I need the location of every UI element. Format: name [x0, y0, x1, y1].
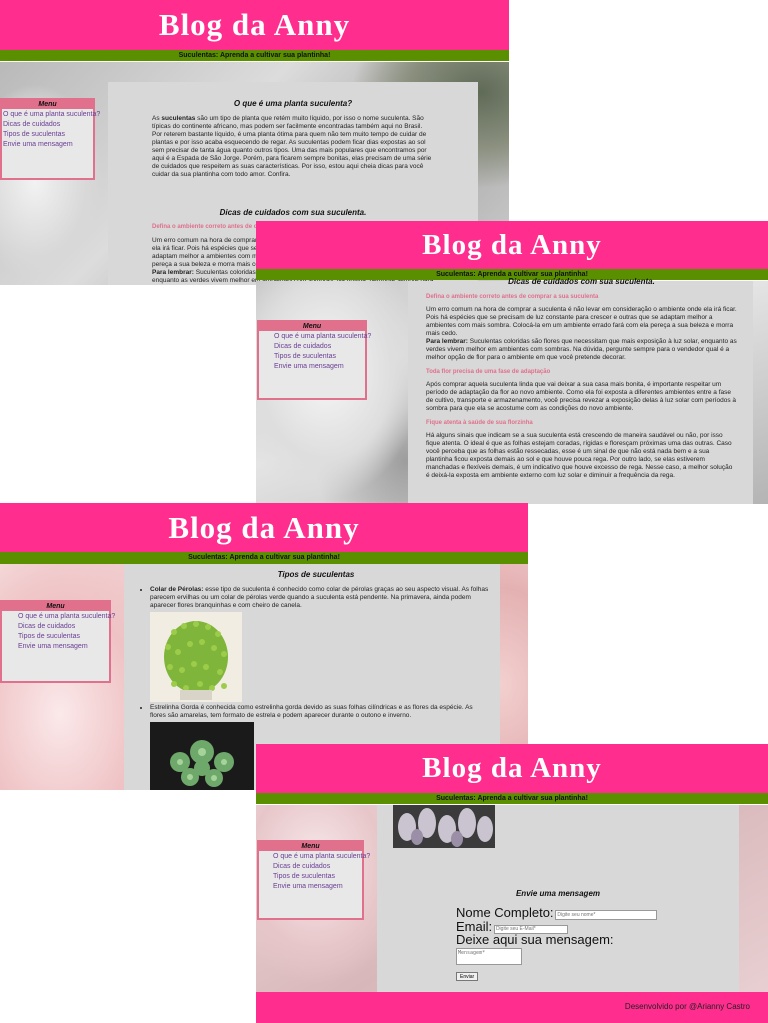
site-title: Blog da Anny [158, 7, 351, 42]
menu-item-contact[interactable]: Envie uma mensagem [274, 362, 365, 372]
tip-text-environment: Um erro comum na hora de comprar a sucul… [426, 306, 737, 337]
type-item-colar-de-perolas: Colar de Pérolas: esse tipo de suculenta… [150, 586, 490, 702]
site-header: Blog da Anny [0, 0, 509, 50]
menu-item-what-is[interactable]: O que é uma planta suculenta? [274, 332, 371, 342]
contact-form: Nome Completo: Email: Deixe aqui sua men… [456, 906, 716, 981]
menu-item-types[interactable]: Tipos de suculentas [273, 872, 362, 882]
footer-credit: Desenvolvido por @Arianny Castro [624, 1002, 750, 1011]
tagline-bar: Suculentas: Aprenda a cultivar sua plant… [0, 552, 528, 564]
section-heading-what-is: O que é uma planta suculenta? [233, 99, 353, 108]
site-footer: Desenvolvido por @Arianny Castro [256, 992, 768, 1023]
side-menu: Menu O que é uma planta suculenta? Dicas… [257, 320, 371, 400]
menu-item-care-tips[interactable]: Dicas de cuidados [274, 342, 365, 352]
tagline: Suculentas: Aprenda a cultivar sua plant… [436, 795, 588, 802]
message-label: Deixe aqui sua mensagem: [456, 932, 614, 947]
menu-item-what-is[interactable]: O que é uma planta suculenta? [18, 612, 115, 622]
colar-de-perolas-photo [150, 612, 242, 702]
section-heading-care: Dicas de cuidados com sua suculenta. [508, 277, 655, 286]
menu-title: Menu [2, 100, 93, 109]
menu-item-types[interactable]: Tipos de suculentas [274, 352, 365, 362]
section-heading-types: Tipos de suculentas [277, 570, 355, 579]
message-textarea[interactable] [456, 948, 522, 965]
menu-item-types[interactable]: Tipos de suculentas [18, 632, 109, 642]
section-heading-contact: Envie uma mensagem [515, 889, 601, 898]
tagline: Suculentas: Aprenda a cultivar sua plant… [188, 554, 340, 561]
site-header: Blog da Anny [256, 221, 768, 269]
site-header: Blog da Anny [0, 503, 528, 552]
site-header: Blog da Anny [256, 744, 768, 793]
menu-item-contact[interactable]: Envie uma mensagem [273, 882, 362, 892]
section-heading-care: Dicas de cuidados com sua suculenta. [219, 208, 367, 217]
site-title: Blog da Anny [168, 510, 360, 545]
tagline-bar: Suculentas: Aprenda a cultivar sua plant… [0, 50, 509, 61]
site-title: Blog da Anny [422, 229, 602, 261]
menu-item-care-tips[interactable]: Dicas de cuidados [18, 622, 109, 632]
succulent-photo [393, 805, 495, 848]
menu-item-care-tips[interactable]: Dicas de cuidados [273, 862, 362, 872]
menu-item-contact[interactable]: Envie uma mensagem [3, 140, 93, 150]
screenshot-contact: Blog da Anny Suculentas: Aprenda a culti… [256, 744, 768, 992]
side-menu: Menu O que é uma planta suculenta? Dicas… [257, 840, 370, 920]
menu-title: Menu [259, 842, 362, 851]
tip-text-health: Há alguns sinais que indicam se a sua su… [426, 432, 733, 479]
tip-title-environment: Defina o ambiente correto antes de compr… [426, 294, 599, 300]
intro-paragraph: As suculentas são um tipo de planta que … [152, 115, 432, 178]
name-label: Nome Completo: [456, 905, 554, 920]
estrelinha-gorda-photo [150, 722, 254, 790]
tip-note: Para lembrar: Suculentas coloridas são f… [426, 338, 737, 361]
menu-title: Menu [259, 322, 365, 331]
main-content: Envie uma mensagem Nome Completo: Email:… [377, 805, 739, 992]
tip-text-adaptation: Após comprar aquela suculenta linda que … [426, 381, 736, 412]
screenshot-care-tips: Blog da Anny Suculentas: Aprenda a culti… [256, 221, 768, 504]
tip-title-health: Fique atenta à saúde de sua florzinha [426, 420, 533, 426]
tip-title-adaptation: Toda flor precisa de uma fase de adaptaç… [426, 369, 551, 375]
menu-item-what-is[interactable]: O que é uma planta suculenta? [3, 110, 100, 120]
name-input[interactable] [555, 910, 658, 921]
menu-item-care-tips[interactable]: Dicas de cuidados [3, 120, 93, 130]
menu-title: Menu [2, 602, 109, 611]
menu-item-types[interactable]: Tipos de suculentas [3, 130, 93, 140]
menu-item-what-is[interactable]: O que é uma planta suculenta? [273, 852, 370, 862]
site-title: Blog da Anny [422, 752, 602, 784]
main-content: Dicas de cuidados com sua suculenta. Def… [408, 277, 753, 504]
menu-item-contact[interactable]: Envie uma mensagem [18, 642, 109, 652]
tagline: Suculentas: Aprenda a cultivar sua plant… [178, 52, 331, 59]
side-menu: Menu O que é uma planta suculenta? Dicas… [0, 98, 100, 180]
submit-button[interactable]: Enviar [456, 972, 479, 981]
tagline-bar: Suculentas: Aprenda a cultivar sua plant… [256, 793, 768, 804]
side-menu: Menu O que é uma planta suculenta? Dicas… [0, 600, 115, 683]
